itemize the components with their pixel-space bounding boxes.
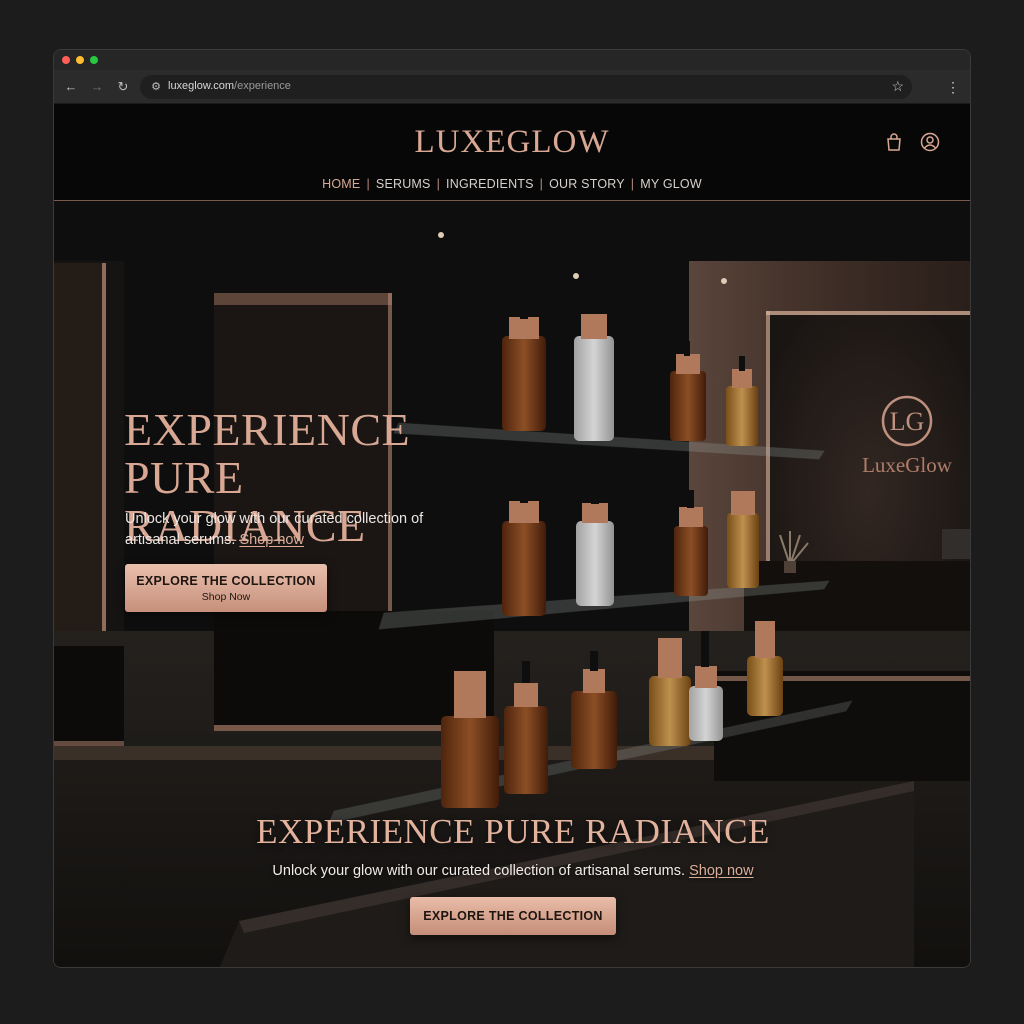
reload-icon[interactable]: ↻ (114, 78, 132, 96)
site-header: LUXEGLOW HOME | SERUMS | INGREDIENTS | OUR STO… (54, 104, 970, 201)
main-navigation: HOME | SERUMS | INGREDIENTS | OUR STORY | MY GLO… (54, 177, 970, 191)
back-arrow-icon[interactable]: ← (62, 78, 80, 96)
hero-title-line-1: EXPERIENCE (124, 404, 411, 455)
hero-bottom-subtitle-text: Unlock your glow with our curated collec… (272, 863, 686, 879)
browser-toolbar: ← → ↻ ⚙ luxeglow.com/experience ☆ ⋮ (54, 70, 970, 104)
url-domain: luxeglow.com (168, 80, 235, 92)
nav-home[interactable]: HOME (318, 177, 364, 191)
shopping-bag-icon[interactable] (884, 132, 904, 152)
hero-bottom-title: EXPERIENCE PURE RADIANCE (256, 812, 770, 851)
address-bar[interactable]: ⚙ luxeglow.com/experience ☆ (140, 75, 912, 99)
header-icons (884, 132, 940, 152)
account-icon[interactable] (920, 132, 940, 152)
hero-subtitle: Unlock your glow with our curated collec… (125, 509, 445, 551)
nav-separator: | (539, 177, 544, 191)
explore-collection-button-bottom[interactable]: EXPLORE THE COLLECTION (410, 897, 616, 935)
nav-separator: | (436, 177, 441, 191)
close-window-button[interactable] (62, 56, 70, 64)
nav-ingredients[interactable]: INGREDIENTS (442, 177, 538, 191)
shop-now-link[interactable]: Shop now (239, 532, 304, 548)
explore-collection-button[interactable]: EXPLORE THE COLLECTION Shop Now (125, 564, 327, 612)
bookmark-star-icon[interactable]: ☆ (891, 78, 904, 95)
nav-our-story[interactable]: OUR STORY (545, 177, 629, 191)
hero-bottom-subtitle: Unlock your glow with our curated collec… (54, 863, 970, 879)
explore-collection-sublabel: Shop Now (201, 591, 251, 603)
address-url[interactable]: luxeglow.com/experience (168, 80, 291, 92)
site-logo[interactable]: LUXEGLOW (54, 124, 970, 161)
forward-arrow-icon[interactable]: → (88, 78, 106, 96)
nav-separator: | (366, 177, 370, 191)
browser-titlebar (54, 50, 970, 70)
nav-my-glow[interactable]: MY GLOW (636, 177, 706, 191)
maximize-window-button[interactable] (90, 56, 98, 64)
url-path: /experience (234, 80, 291, 92)
hero-section: LG LuxeGlow EXPERIENCE PURE RADIANCE Unl… (54, 201, 970, 967)
explore-collection-label: EXPLORE THE COLLECTION (136, 574, 316, 588)
site-settings-icon[interactable]: ⚙ (148, 79, 164, 95)
nav-serums[interactable]: SERUMS (372, 177, 435, 191)
shop-now-link-bottom[interactable]: Shop now (689, 863, 754, 879)
minimize-window-button[interactable] (76, 56, 84, 64)
browser-menu-icon[interactable]: ⋮ (946, 78, 960, 96)
browser-window: ← → ↻ ⚙ luxeglow.com/experience ☆ ⋮ LUXE… (53, 49, 971, 968)
